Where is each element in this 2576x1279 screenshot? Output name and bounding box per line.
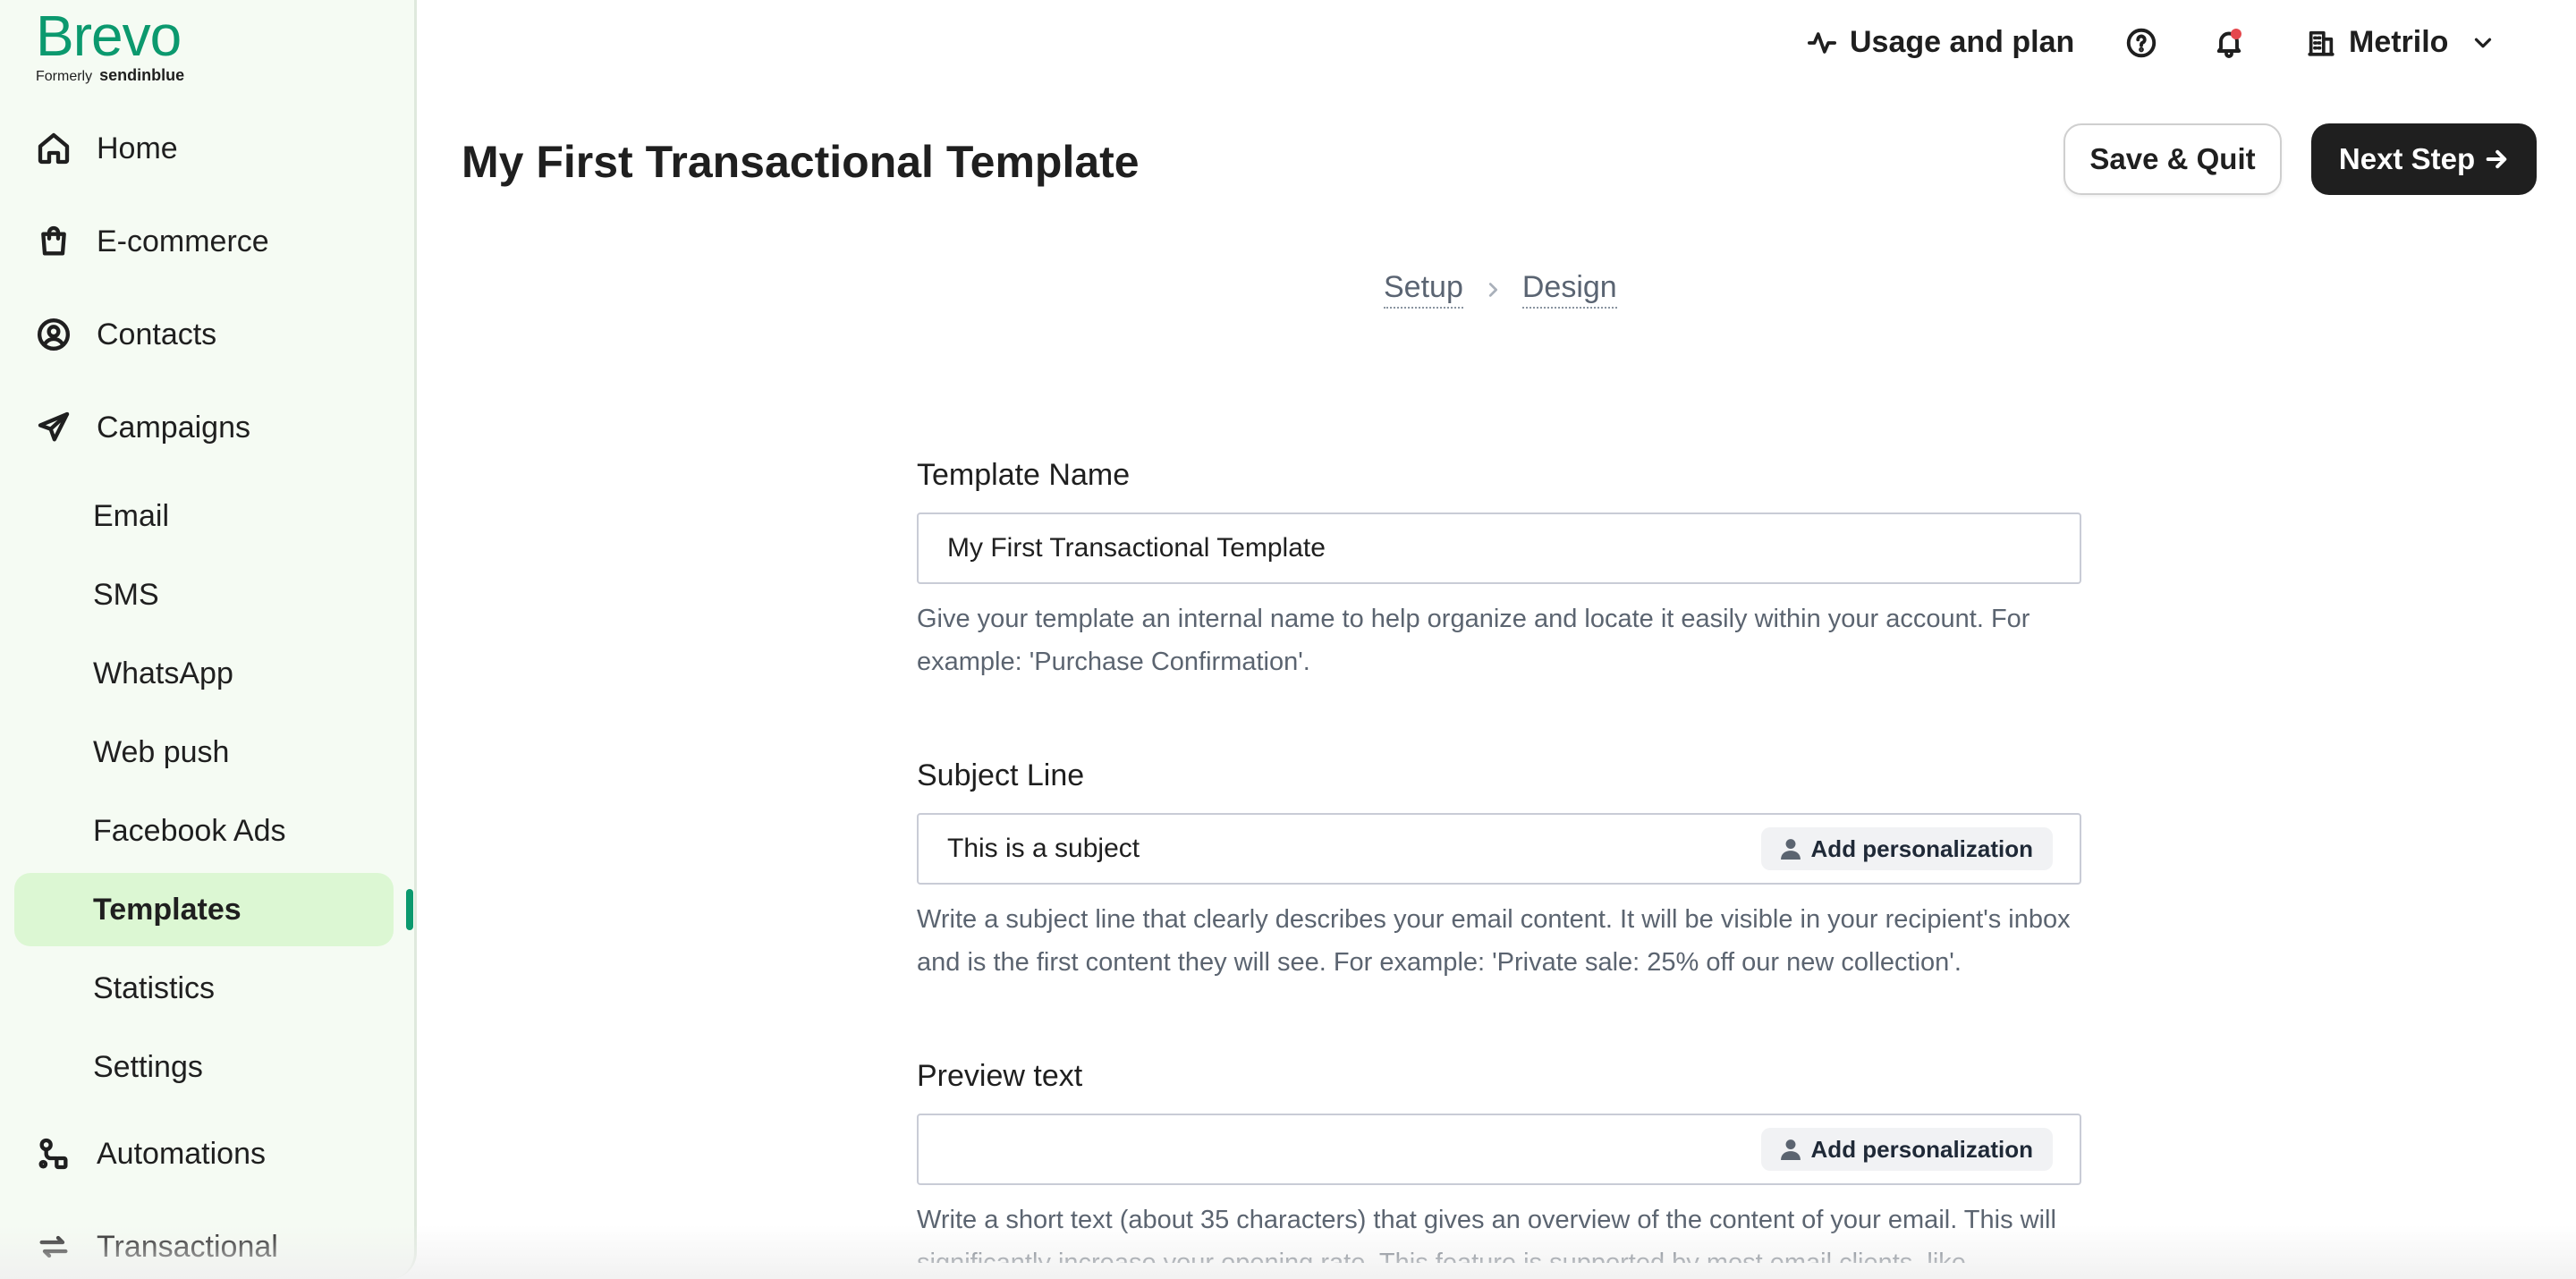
preview-text-label: Preview text <box>917 1059 1083 1093</box>
sidebar-item-label: Contacts <box>97 317 217 352</box>
arrow-right-icon <box>2486 149 2507 169</box>
sidebar-item-label: E-commerce <box>97 224 269 258</box>
template-form: Template Name My First Transactional Tem… <box>917 458 2081 1263</box>
usage-and-plan-label: Usage and plan <box>1850 25 2075 59</box>
sidebar-item-ecommerce[interactable]: E-commerce <box>36 224 269 259</box>
sidebar-item-label: Automations <box>97 1136 266 1171</box>
chevron-down-icon <box>2475 38 2492 47</box>
step-design[interactable]: Design <box>1521 270 1617 309</box>
automation-icon <box>36 1136 72 1172</box>
sidebar-sub-templates[interactable]: Templates <box>93 893 242 927</box>
home-icon <box>36 131 72 166</box>
sidebar-item-label: Campaigns <box>97 410 250 445</box>
notification-dot <box>2231 29 2241 39</box>
preview-text-input[interactable]: Add personalization <box>917 1114 2081 1185</box>
brand-logo[interactable]: Brevo Formerly sendinblue <box>36 7 184 85</box>
page-title: My First Transactional Template <box>462 137 1140 187</box>
sidebar-item-home[interactable]: Home <box>36 131 178 166</box>
building-icon <box>2308 30 2334 56</box>
activity-icon <box>1807 31 1837 54</box>
subject-line-label: Subject Line <box>917 758 1085 792</box>
sidebar-sub-statistics[interactable]: Statistics <box>93 971 215 1006</box>
sidebar-item-label: Transactional <box>97 1229 278 1264</box>
preview-text-help: Write a short text (about 35 characters)… <box>917 1206 2056 1263</box>
sidebar-sub-web-push[interactable]: Web push <box>93 735 229 770</box>
brand-formerly: Formerly <box>36 69 93 84</box>
chevron-right-icon <box>1488 282 1497 297</box>
transactional-icon <box>36 1229 72 1265</box>
sidebar-sub-settings[interactable]: Settings <box>93 1050 203 1085</box>
template-name-input[interactable]: My First Transactional Template <box>917 512 2081 584</box>
sidebar-sub-sms[interactable]: SMS <box>93 578 159 613</box>
next-step-button[interactable]: Next Step <box>2311 123 2537 195</box>
template-name-label: Template Name <box>917 458 1131 492</box>
subject-add-personalization-button[interactable]: Add personalization <box>1760 827 2053 870</box>
sidebar-item-label: Home <box>97 131 178 165</box>
paper-plane-icon <box>36 410 72 445</box>
sidebar-sub-facebook-ads[interactable]: Facebook Ads <box>93 814 285 849</box>
account-name: Metrilo <box>2349 25 2449 59</box>
subject-add-personalization-label: Add personalization <box>1810 834 2033 862</box>
person-icon <box>1780 839 1801 860</box>
stepper: Setup Design <box>1384 270 1617 309</box>
subject-line-value: This is a subject <box>947 834 1140 863</box>
help-button[interactable] <box>2125 27 2157 59</box>
sidebar-item-transactional[interactable]: Transactional <box>36 1229 278 1265</box>
next-step-label: Next Step <box>2338 142 2476 175</box>
save-and-quit-button[interactable]: Save & Quit <box>2063 123 2282 195</box>
sidebar-item-automations[interactable]: Automations <box>36 1136 266 1172</box>
usage-and-plan-button[interactable]: Usage and plan <box>1807 25 2074 60</box>
help-icon <box>2126 28 2157 58</box>
preview-add-personalization-button[interactable]: Add personalization <box>1760 1128 2053 1171</box>
sidebar-sub-whatsapp[interactable]: WhatsApp <box>93 656 233 691</box>
brand-name: Brevo <box>36 4 182 68</box>
user-circle-icon <box>36 317 72 352</box>
account-menu[interactable]: Metrilo <box>2306 25 2496 60</box>
brand-former-name: sendinblue <box>99 66 185 84</box>
preview-add-personalization-label: Add personalization <box>1810 1135 2033 1163</box>
template-name-value: My First Transactional Template <box>947 533 1326 563</box>
sidebar-item-campaigns[interactable]: Campaigns <box>36 410 250 445</box>
person-icon <box>1780 1139 1801 1160</box>
step-setup[interactable]: Setup <box>1384 270 1463 309</box>
template-name-help: Give your template an internal name to h… <box>917 605 2030 676</box>
sidebar-sub-email[interactable]: Email <box>93 499 169 534</box>
subject-line-help: Write a subject line that clearly descri… <box>917 905 2071 977</box>
subject-line-input[interactable]: This is a subject Add personalization <box>917 813 2081 885</box>
shopping-bag-icon <box>36 224 72 259</box>
sidebar-active-indicator <box>406 889 413 930</box>
sidebar-item-contacts[interactable]: Contacts <box>36 317 216 352</box>
sidebar: Brevo Formerly sendinblue Home E-commerc… <box>0 0 417 1279</box>
